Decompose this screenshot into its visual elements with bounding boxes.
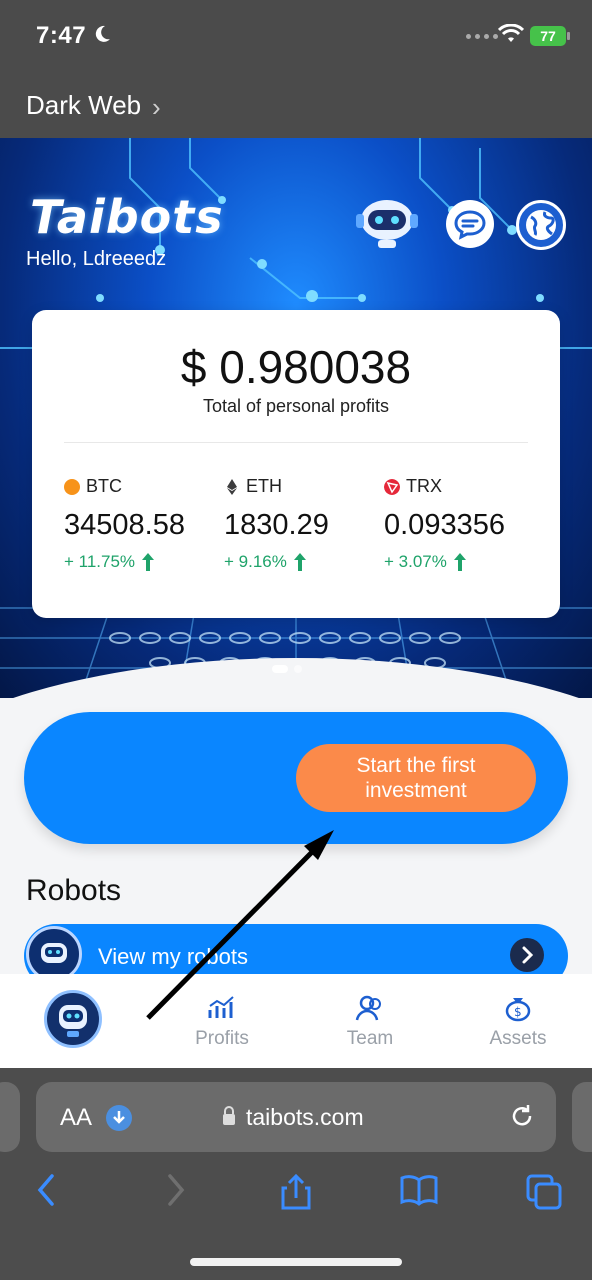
reload-icon[interactable]: [508, 1102, 536, 1130]
safari-toolbar: AA taibots.com: [0, 1068, 592, 1280]
bottom-tab-bar: Profits Team $ Assets: [0, 974, 592, 1068]
total-profit-label: Total of personal profits: [202, 396, 390, 416]
robot-home-icon: [59, 1005, 87, 1037]
coin-price: 34508.58: [64, 509, 185, 541]
taibots-logo: Taibots: [30, 190, 224, 244]
home-indicator[interactable]: [190, 1258, 402, 1266]
chevron-right-icon: [510, 938, 544, 972]
wifi-icon: [498, 24, 524, 42]
divider: [64, 442, 528, 443]
previous-tab-peek[interactable]: [0, 1082, 20, 1152]
moon-icon: [95, 25, 110, 42]
status-time: 7:47: [36, 22, 87, 49]
download-icon[interactable]: [106, 1105, 132, 1131]
chart-icon: [208, 996, 234, 1018]
language-button[interactable]: [516, 200, 566, 250]
coin-btc: BTC 34508.58 + 11.75%: [64, 476, 214, 572]
coin-change: + 9.16%: [224, 552, 374, 572]
tab-assets[interactable]: $ Assets: [468, 994, 568, 1050]
arrow-up-icon: [453, 553, 466, 571]
coin-eth: ETH 1830.29 + 9.16%: [224, 476, 374, 572]
invest-banner: Start the first investment: [24, 712, 568, 844]
battery-icon: 77: [530, 26, 570, 46]
bookmarks-icon[interactable]: [398, 1172, 440, 1208]
coin-trx: TRX 0.093356 + 3.07%: [384, 476, 534, 572]
chevron-right-icon: ›: [152, 92, 161, 122]
web-content: Taibots Hello, Ldreeedz $ 0.980038 Total…: [0, 138, 592, 1068]
robots-title: Robots: [26, 874, 122, 907]
signal-icon: [466, 34, 498, 39]
next-tab-peek[interactable]: [572, 1082, 592, 1152]
forward-icon[interactable]: [164, 1172, 188, 1208]
profit-card: $ 0.980038 Total of personal profits BTC…: [32, 310, 560, 618]
tab-team[interactable]: Team: [320, 994, 420, 1050]
lock-icon: [223, 1106, 235, 1125]
greeting-text: Hello, Ldreeedz: [26, 248, 167, 270]
back-icon[interactable]: [34, 1172, 58, 1208]
tab-home[interactable]: [44, 990, 102, 1048]
total-profit-amount: $ 0.980038: [180, 341, 412, 393]
url-text[interactable]: taibots.com: [246, 1104, 364, 1131]
svg-text:$: $: [514, 1005, 522, 1019]
start-investment-button[interactable]: Start the first investment: [296, 744, 536, 812]
address-bar[interactable]: AA taibots.com: [36, 1082, 556, 1152]
chat-icon: [454, 210, 486, 240]
robot-assistant-icon[interactable]: [354, 194, 420, 250]
back-to-app-label[interactable]: Dark Web: [26, 90, 141, 121]
coin-symbol: TRX: [406, 476, 442, 496]
carousel-pager: [272, 665, 302, 673]
coin-change: + 11.75%: [64, 552, 214, 572]
coin-symbol: BTC: [86, 476, 122, 496]
coin-change: + 3.07%: [384, 552, 534, 572]
globe-icon: [526, 210, 556, 240]
coin-symbol: ETH: [246, 476, 282, 496]
eth-icon: [227, 478, 237, 495]
btc-icon: [64, 478, 80, 495]
arrow-up-icon: [142, 553, 155, 571]
reader-settings-button[interactable]: AA: [60, 1104, 92, 1132]
status-bar: 7:47 77: [0, 0, 592, 72]
arrow-up-icon: [293, 553, 306, 571]
team-icon: [355, 995, 381, 1021]
back-to-app-bar[interactable]: Dark Web ›: [0, 72, 592, 138]
share-icon[interactable]: [278, 1172, 314, 1212]
trx-icon: [384, 478, 400, 495]
coin-price: 0.093356: [384, 509, 505, 541]
tabs-icon[interactable]: [524, 1172, 564, 1212]
view-robots-label: View my robots: [98, 944, 248, 969]
chat-button[interactable]: [446, 200, 494, 248]
money-bag-icon: $: [505, 998, 531, 1022]
tab-profits[interactable]: Profits: [172, 994, 272, 1050]
coin-price: 1830.29: [224, 509, 329, 541]
